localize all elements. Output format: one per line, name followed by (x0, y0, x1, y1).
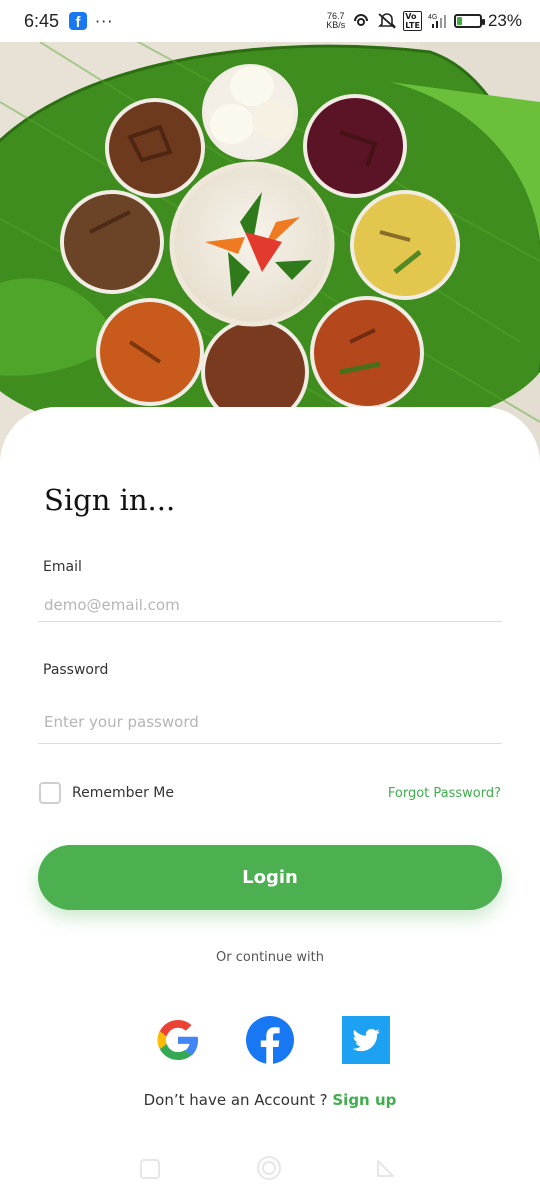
battery-level (456, 17, 463, 25)
no-account-text: Don’t have an Account ? (143, 1091, 328, 1109)
signup-link[interactable]: Sign up (332, 1091, 396, 1109)
back-icon[interactable] (374, 1158, 396, 1180)
home-icon[interactable] (255, 1154, 283, 1182)
email-label: Email (43, 559, 82, 575)
forgot-password-link[interactable]: Forgot Password? (388, 786, 501, 801)
facebook-icon[interactable] (246, 1016, 294, 1064)
status-bar: 6:45 f ··· 76.7 KB/s Vo LTE 4G 23% (0, 0, 540, 42)
password-field[interactable] (38, 711, 502, 744)
signin-sheet (0, 407, 540, 1200)
mute-icon (378, 13, 397, 29)
thali-illustration (0, 42, 540, 462)
hotspot-icon (354, 14, 369, 26)
continue-with-label: Or continue with (216, 950, 324, 965)
status-time: 6:45 (24, 10, 60, 31)
volte-icon: Vo LTE (403, 11, 422, 31)
email-field[interactable] (38, 599, 502, 622)
more-notifications-icon: ··· (95, 11, 114, 31)
status-icons: 76.7 KB/s Vo LTE 4G 23% (326, 11, 522, 31)
network-speed: 76.7 KB/s (326, 11, 346, 30)
hero-food-image (0, 42, 540, 462)
page-title: Sign in... (44, 483, 176, 517)
google-icon[interactable] (154, 1016, 202, 1064)
svg-text:4G: 4G (428, 14, 437, 21)
recents-icon[interactable] (139, 1158, 161, 1180)
remember-me-label: Remember Me (72, 785, 174, 801)
battery-icon (453, 14, 485, 28)
facebook-notification-icon: f (69, 12, 88, 30)
twitter-icon[interactable] (342, 1016, 390, 1064)
remember-me-checkbox[interactable] (39, 782, 61, 804)
login-button[interactable]: Login (38, 845, 502, 910)
signal-icon: 4G (428, 14, 446, 28)
navigation-bar (0, 1150, 540, 1200)
password-label: Password (43, 662, 109, 678)
battery-percent: 23% (487, 11, 522, 30)
signup-row: Don’t have an Account ? Sign up (0, 1091, 540, 1109)
